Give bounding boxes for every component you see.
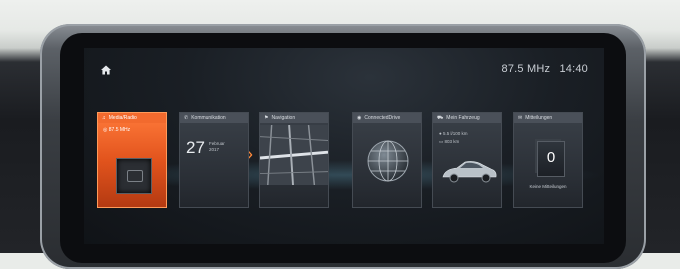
consumption-text: ● 5.5 l/100 km bbox=[439, 131, 467, 136]
map-preview bbox=[260, 125, 328, 186]
tile-kommunikation[interactable]: ✆ Kommunikation 27 Februar 2017 bbox=[179, 112, 249, 208]
tile-media-radio[interactable]: ♫ Media/Radio ◎ 87.5 MHz bbox=[97, 112, 167, 208]
tile-title: Navigation bbox=[271, 115, 296, 121]
home-icon[interactable] bbox=[101, 65, 111, 75]
status-bar: 87.5 MHz 14:40 bbox=[496, 63, 588, 75]
clock-text: 14:40 bbox=[559, 63, 588, 75]
tile-header: ✉ Mitteilungen bbox=[514, 113, 582, 123]
radio-frequency-text: 87.5 MHz bbox=[108, 127, 131, 133]
tile-connecteddrive[interactable]: ◉ ConnectedDrive bbox=[352, 112, 422, 208]
tile-mein-fahrzeug[interactable]: ⛟ Mein Fahrzeug ● 5.5 l/100 km ▭ 803 km bbox=[432, 112, 502, 208]
album-cover bbox=[116, 158, 152, 194]
tile-header: ♫ Media/Radio bbox=[98, 113, 166, 123]
tile-mitteilungen[interactable]: ✉ Mitteilungen 0 Keine Mitteilungen bbox=[513, 112, 583, 208]
tile-header: ⛟ Mein Fahrzeug bbox=[433, 113, 501, 123]
music-icon: ♫ bbox=[102, 115, 106, 121]
tile-header: ✆ Kommunikation bbox=[180, 113, 248, 123]
car-icon: ⛟ bbox=[437, 115, 444, 121]
idrive-screen: 87.5 MHz 14:40 ♫ Media/Radio ◎ 87.5 MHz ›… bbox=[84, 48, 604, 244]
range-text: ▭ 803 km bbox=[439, 139, 459, 145]
calendar-date: Februar 2017 bbox=[209, 141, 225, 153]
calendar-day: 27 bbox=[186, 138, 205, 157]
calendar-year: 2017 bbox=[209, 147, 220, 152]
phone-icon: ✆ bbox=[184, 115, 189, 121]
tile-header: ◉ ConnectedDrive bbox=[353, 113, 421, 123]
notification-card: 0 bbox=[537, 141, 565, 177]
radio-device-icon bbox=[127, 170, 143, 182]
connected-icon: ◉ bbox=[357, 115, 362, 121]
globe-icon bbox=[367, 140, 409, 182]
flag-icon: ⚑ bbox=[264, 115, 269, 121]
tile-title: Mitteilungen bbox=[525, 115, 553, 121]
car-image bbox=[442, 161, 497, 183]
message-icon: ✉ bbox=[518, 115, 523, 121]
tile-title: Kommunikation bbox=[191, 115, 226, 121]
notification-status: Keine Mitteilungen bbox=[529, 184, 567, 189]
tile-header: ⚑ Navigation bbox=[260, 113, 328, 123]
tile-title: Mein Fahrzeug bbox=[446, 115, 480, 121]
frequency-text: 87.5 MHz bbox=[501, 63, 551, 75]
notification-count: 0 bbox=[546, 149, 556, 166]
radio-frequency: ◎ 87.5 MHz bbox=[103, 127, 130, 133]
consumption-value: 5.5 l/100 km bbox=[442, 131, 468, 136]
tile-navigation[interactable]: ⚑ Navigation bbox=[259, 112, 329, 208]
tile-title: ConnectedDrive bbox=[364, 115, 401, 121]
tile-title: Media/Radio bbox=[108, 115, 137, 121]
range-value: 803 km bbox=[444, 139, 460, 144]
